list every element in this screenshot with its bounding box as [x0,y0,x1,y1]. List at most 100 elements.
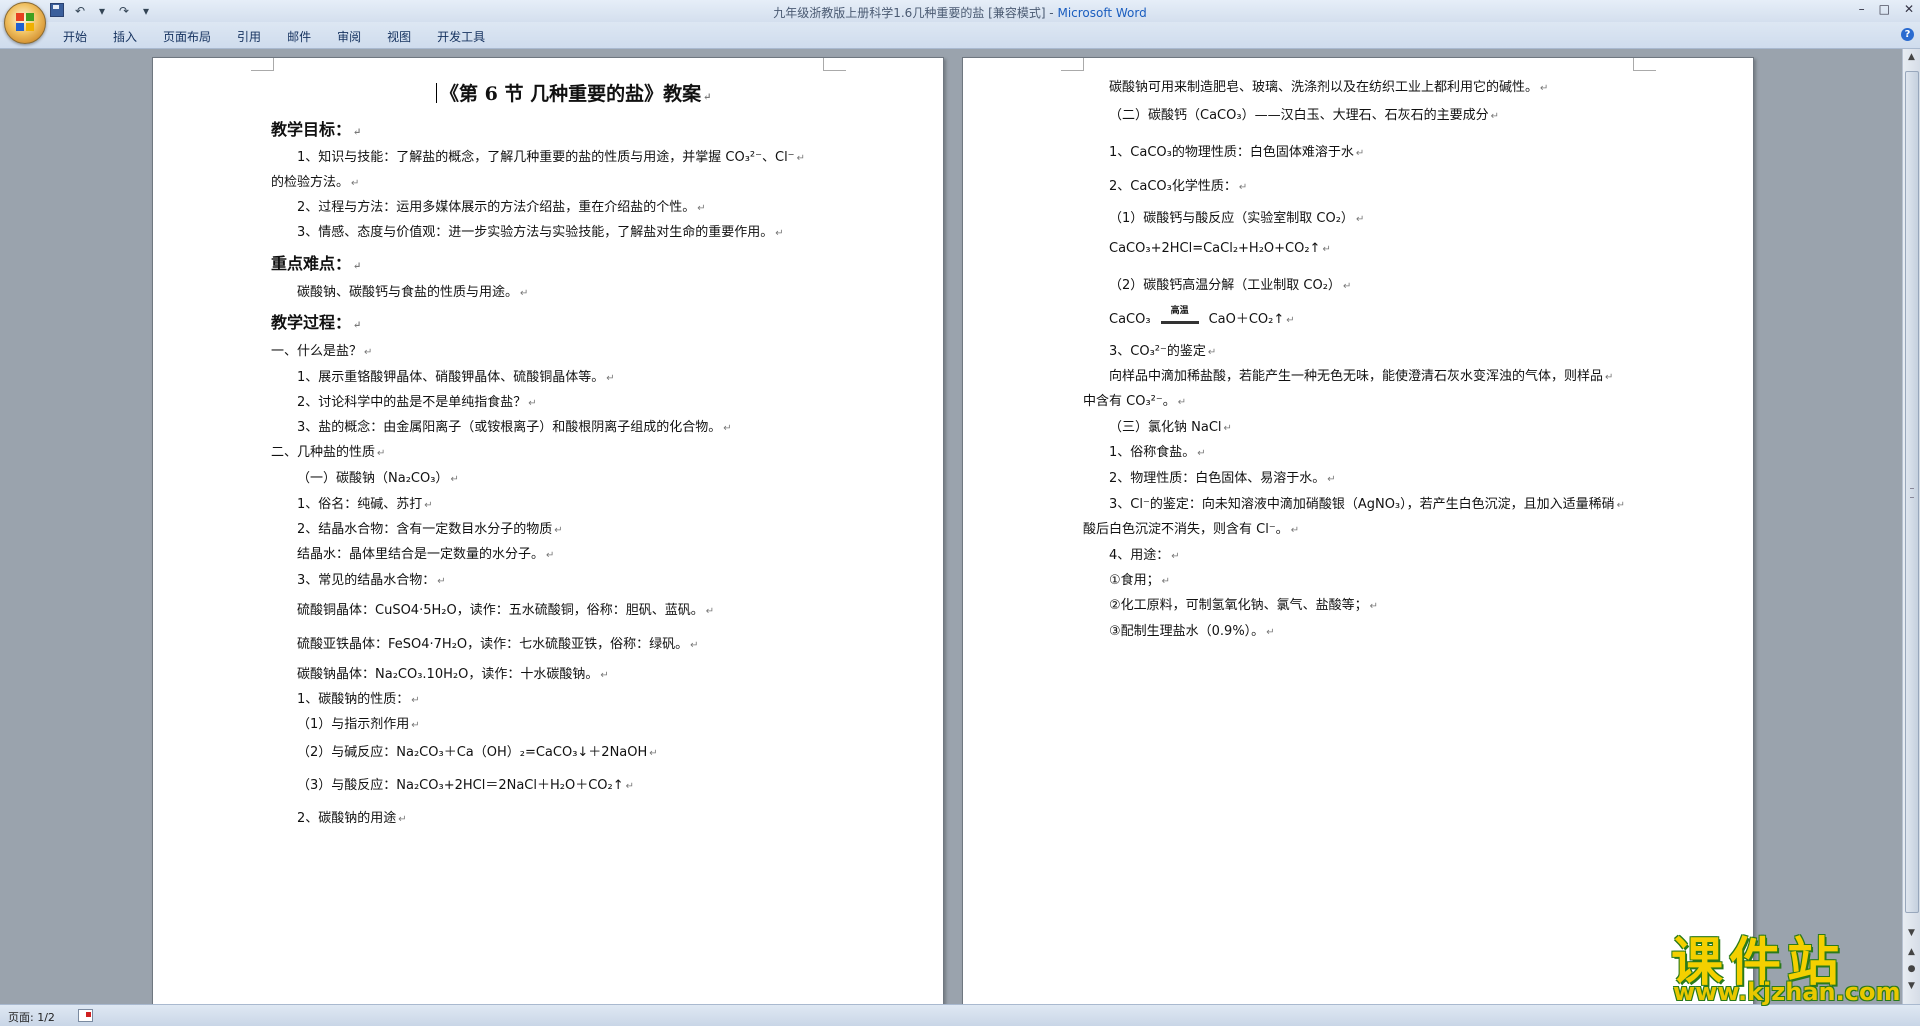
paragraph-mark-icon: ↵ [1238,182,1248,193]
next-page-icon[interactable]: ▼ [1905,980,1918,993]
tab-review[interactable]: 审阅 [324,22,374,48]
previous-page-icon[interactable]: ▲ [1905,946,1918,959]
document-workspace: 《第 6 节 几种重要的盐》教案 ↵ 教学目标： ↵ 1、知识与技能：了解盐的概念，了解… [0,49,1903,1004]
line-text: 1、碳酸钠的性质： [297,692,410,707]
paragraph-line[interactable]: 一、什么是盐？ ↵ [271,340,372,359]
paragraph-mark-icon: ↵ [1161,576,1171,587]
help-icon[interactable]: ? [1901,28,1914,41]
paragraph-line[interactable]: 2、结晶水合物：含有一定数目水分子的物质 ↵ [297,518,563,537]
proofing-icon[interactable] [78,1009,93,1022]
heading-line[interactable]: 重点难点： ↵ [271,250,361,274]
paragraph-line[interactable]: 1、俗名：纯碱、苏打 ↵ [297,493,433,512]
paragraph-line[interactable]: 2、过程与方法：运用多媒体展示的方法介绍盐，重在介绍盐的个性。 ↵ [297,196,706,215]
scroll-thumb[interactable] [1905,71,1919,913]
paragraph-mark-icon: ↵ [697,203,706,214]
paragraph-line[interactable]: 2、讨论科学中的盐是不是单纯指食盐？ ↵ [297,391,537,410]
paragraph-line[interactable]: 3、Cl⁻的鉴定：向未知溶液中滴加硝酸银（AgNO₃），若产生白色沉淀，且加入适… [1109,493,1625,512]
line-text: （3）与酸反应：Na₂CO₃+2HCl＝2NaCl＋H₂O＋CO₂↑ [297,778,624,793]
tab-insert[interactable]: 插入 [100,22,150,48]
paragraph-line[interactable]: 中含有 CO₃²⁻。 ↵ [1083,390,1186,409]
paragraph-line[interactable]: ①食用； ↵ [1109,569,1170,588]
line-text: 1、俗名：纯碱、苏打 [297,497,423,512]
paragraph-mark-icon: ↵ [1286,315,1295,326]
paragraph-line[interactable]: （一）碳酸钠（Na₂CO₃） ↵ [297,467,459,486]
paragraph-line[interactable]: （2）与碱反应：Na₂CO₃＋Ca（OH）₂=CaCO₃↓＋2NaOH ↵ [297,741,658,760]
paragraph-line[interactable]: 结晶水：晶体里结合是一定数量的水分子。 ↵ [297,543,554,562]
paragraph-mark-icon: ↵ [625,781,634,792]
line-text: CaCO₃+2HCl=CaCl₂+H₂O+CO₂↑ [1109,241,1321,256]
line-text: 3、常见的结晶水合物： [297,573,436,588]
heading-line[interactable]: 教学目标： ↵ [271,116,361,140]
line-text: 碳酸钠、碳酸钙与食盐的性质与用途。 [297,285,519,300]
line-text: 教学过程： [271,313,352,332]
scroll-down-icon[interactable]: ▼ [1905,927,1918,940]
paragraph-line[interactable]: 2、碳酸钠的用途 ↵ [297,807,407,826]
paragraph-line[interactable]: 碳酸钠可用来制造肥皂、玻璃、洗涤剂以及在纺织工业上都利用它的碱性。 ↵ [1109,76,1548,95]
paragraph-line[interactable]: ②化工原料，可制氢氧化钠、氯气、盐酸等； ↵ [1109,594,1378,613]
paragraph-line[interactable]: （3）与酸反应：Na₂CO₃+2HCl＝2NaCl＋H₂O＋CO₂↑ ↵ [297,774,634,793]
maximize-icon[interactable]: □ [1879,2,1890,16]
paragraph-line[interactable]: 1、碳酸钠的性质： ↵ [297,688,420,707]
heading-line[interactable]: 《第 6 节 几种重要的盐》教案 ↵ [436,79,711,106]
paragraph-mark-icon: ↵ [705,606,715,617]
tab-page-layout[interactable]: 页面布局 [150,22,224,48]
tab-developer[interactable]: 开发工具 [424,22,498,48]
office-button[interactable] [4,2,46,44]
paragraph-line[interactable]: 的检验方法。 ↵ [271,171,359,190]
paragraph-line[interactable]: 1、俗称食盐。 ↵ [1109,441,1206,460]
paragraph-line[interactable]: 3、盐的概念：由金属阳离子（或铵根离子）和酸根阴离子组成的化合物。 ↵ [297,416,732,435]
paragraph-line[interactable]: （1）碳酸钙与酸反应（实验室制取 CO₂） ↵ [1109,207,1364,226]
heading-line[interactable]: 教学过程： ↵ [271,309,361,333]
paragraph-line[interactable]: （二）碳酸钙（CaCO₃）——汉白玉、大理石、石灰石的主要成分 ↵ [1109,104,1499,123]
line-text: 硫酸亚铁晶体：FeSO4·7H₂O，读作：七水硫酸亚铁，俗称：绿矾。 [297,637,689,652]
paragraph-line[interactable]: 1、CaCO₃的物理性质：白色固体难溶于水 ↵ [1109,141,1364,160]
paragraph-line[interactable]: CaCO₃+2HCl=CaCl₂+H₂O+CO₂↑ ↵ [1109,241,1331,256]
tab-home[interactable]: 开始 [50,22,100,48]
paragraph-line[interactable]: 2、CaCO₃化学性质： ↵ [1109,175,1247,194]
document-page-2[interactable]: 碳酸钠可用来制造肥皂、玻璃、洗涤剂以及在纺织工业上都利用它的碱性。 ↵ （二）碳酸钙… [962,57,1754,1004]
watermark-url: www.kjzhan.com [1673,978,1901,1006]
paragraph-line[interactable]: 碳酸钠晶体：Na₂CO₃.10H₂O，读作：十水碳酸钠。 ↵ [297,663,609,682]
paragraph-line[interactable]: 2、物理性质：白色固体、易溶于水。 ↵ [1109,467,1336,486]
paragraph-line[interactable]: 碳酸钠、碳酸钙与食盐的性质与用途。 ↵ [297,281,528,300]
line-text: 2、物理性质：白色固体、易溶于水。 [1109,471,1326,486]
office-logo-icon [16,13,34,31]
paragraph-line[interactable]: CaCO₃ 高温 CaO＋CO₂↑ ↵ [1109,306,1295,328]
paragraph-line[interactable]: （三）氯化钠 NaCl ↵ [1109,416,1232,435]
tab-mailings[interactable]: 邮件 [274,22,324,48]
paragraph-line[interactable]: 3、情感、态度与价值观：进一步实验方法与实验技能，了解盐对生命的重要作用。 ↵ [297,221,784,240]
paragraph-line[interactable]: 3、常见的结晶水合物： ↵ [297,569,446,588]
paragraph-mark-icon: ↵ [1342,281,1352,292]
vertical-scrollbar[interactable]: ▲ ▼ ▲ ● ▼ [1902,49,1920,1004]
close-icon[interactable]: ✕ [1904,2,1914,16]
paragraph-mark-icon: ↵ [1207,347,1217,358]
paragraph-mark-icon: ↵ [353,127,362,138]
select-browse-object-icon[interactable]: ● [1905,963,1918,976]
scroll-up-icon[interactable]: ▲ [1905,51,1918,64]
status-bar: 页面: 1/2 [0,1004,1920,1026]
paragraph-line[interactable]: 1、展示重铬酸钾晶体、硝酸钾晶体、硫酸铜晶体等。 ↵ [297,366,615,385]
paragraph-line[interactable]: 硫酸铜晶体：CuSO4·5H₂O，读作：五水硫酸铜，俗称：胆矾、蓝矾。 ↵ [297,599,714,618]
paragraph-line[interactable]: （2）碳酸钙高温分解（工业制取 CO₂） ↵ [1109,274,1351,293]
tab-view[interactable]: 视图 [374,22,424,48]
app-name: Microsoft Word [1057,6,1147,20]
paragraph-line[interactable]: 1、知识与技能：了解盐的概念，了解几种重要的盐的性质与用途，并掌握 CO₃²⁻、… [297,146,805,165]
paragraph-mark-icon: ↵ [353,261,362,272]
paragraph-line[interactable]: 向样品中滴加稀盐酸，若能产生一种无色无味，能使澄清石灰水变浑浊的气体，则样品 ↵ [1109,365,1613,384]
paragraph-mark-icon: ↵ [411,720,420,731]
paragraph-line[interactable]: 二、几种盐的性质 ↵ [271,441,385,460]
line-text: 一、什么是盐？ [271,344,363,359]
paragraph-mark-icon: ↵ [606,373,615,384]
page-count[interactable]: 页面: 1/2 [8,1009,55,1025]
paragraph-line[interactable]: 硫酸亚铁晶体：FeSO4·7H₂O，读作：七水硫酸亚铁，俗称：绿矾。 ↵ [297,633,699,652]
tab-references[interactable]: 引用 [224,22,274,48]
document-page-1[interactable]: 《第 6 节 几种重要的盐》教案 ↵ 教学目标： ↵ 1、知识与技能：了解盐的概念，了解… [152,57,944,1004]
paragraph-line[interactable]: （1）与指示剂作用 ↵ [297,713,420,732]
paragraph-line[interactable]: 酸后白色沉淀不消失，则含有 Cl⁻。 ↵ [1083,518,1299,537]
paragraph-line[interactable]: 3、CO₃²⁻的鉴定 ↵ [1109,340,1216,359]
paragraph-mark-icon: ↵ [600,670,609,681]
crop-mark [251,58,274,71]
minimize-icon[interactable]: – [1859,2,1865,16]
paragraph-line[interactable]: ③配制生理盐水（0.9%）。 ↵ [1109,620,1275,639]
paragraph-line[interactable]: 4、用途： ↵ [1109,544,1180,563]
